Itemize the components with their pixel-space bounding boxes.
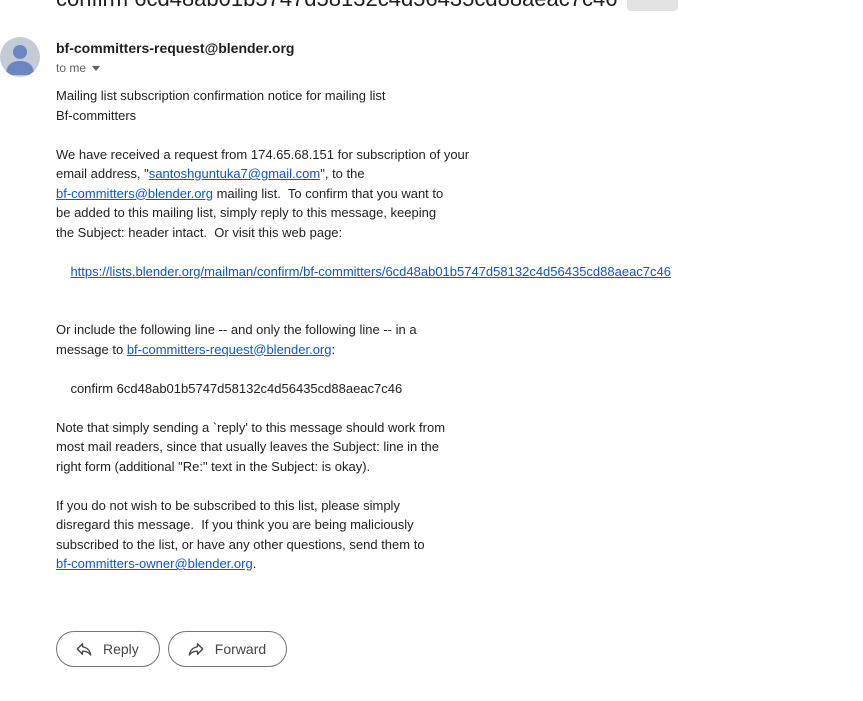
body-line: be added to this mailing list, simply re… (56, 205, 437, 220)
body-text-segment: ", to the (320, 166, 365, 181)
body-line: right form (additional "Re:" text in the… (56, 458, 371, 474)
forward-label: Forward (214, 641, 267, 657)
confirm-url-link[interactable]: https://lists.blender.org/mailman/confir… (70, 264, 671, 279)
owner-address-link[interactable]: bf-committers-owner@blender.org (56, 556, 253, 571)
body-line: Mailing list subscription confirmation n… (56, 88, 386, 103)
body-line: most mail readers, since that usually le… (56, 439, 439, 454)
body-line: bf-committers@blender.org mailing list. … (56, 184, 836, 204)
inbox-label-chip[interactable] (627, 0, 679, 11)
list-address-link[interactable]: bf-committers@blender.org (56, 186, 213, 201)
body-line: the Subject: header intact. Or visit thi… (56, 224, 343, 240)
body-line: email address, "santoshguntuka7@gmail.co… (56, 164, 836, 184)
body-text-segment: . (252, 556, 257, 571)
subject-text: confirm 6cd48ab01b5747d58132c4d56435cd88… (56, 0, 617, 12)
recipient-details[interactable]: to me (56, 61, 101, 75)
body-line: Bf-committers (56, 107, 137, 123)
message-body: Mailing list subscription confirmation n… (56, 86, 836, 574)
body-line: bf-committers-owner@blender.org. (56, 554, 836, 574)
forward-button[interactable]: Forward (167, 631, 288, 667)
sender-address[interactable]: bf-committers-request@blender.org (56, 40, 294, 56)
body-text-segment: mailing list. To confirm that you want t… (212, 185, 444, 201)
body-line: subscribed to the list, or have any othe… (56, 536, 425, 552)
body-line: Note that simply sending a `reply' to th… (56, 419, 446, 435)
caret-down-icon[interactable] (92, 66, 101, 71)
sender-avatar[interactable] (0, 37, 40, 77)
email-link[interactable]: santoshguntuka7@gmail.com (149, 166, 320, 181)
reply-label: Reply (103, 641, 139, 657)
body-line: Or include the following line -- and onl… (56, 322, 417, 337)
request-address-link[interactable]: bf-committers-request@blender.org (127, 342, 332, 357)
body-text-segment: : (331, 341, 336, 357)
body-line: https://lists.blender.org/mailman/confir… (56, 262, 836, 282)
recipient-label: to me (56, 61, 87, 75)
email-subject: confirm 6cd48ab01b5747d58132c4d56435cd88… (56, 0, 679, 12)
person-icon (6, 45, 34, 75)
message-actions: Reply Forward (56, 631, 288, 667)
body-text-segment: email address, " (56, 166, 149, 181)
body-text-segment: message to (56, 341, 127, 357)
reply-button[interactable]: Reply (56, 631, 160, 667)
body-line: confirm 6cd48ab01b5747d58132c4d56435cd88… (56, 380, 403, 396)
body-line: message to bf-committers-request@blender… (56, 340, 836, 360)
forward-icon (188, 643, 204, 656)
reply-icon (76, 643, 92, 656)
body-line: We have received a request from 174.65.6… (56, 146, 470, 162)
body-line: If you do not wish to be subscribed to t… (56, 497, 400, 513)
body-line: disregard this message. If you think you… (56, 517, 414, 532)
